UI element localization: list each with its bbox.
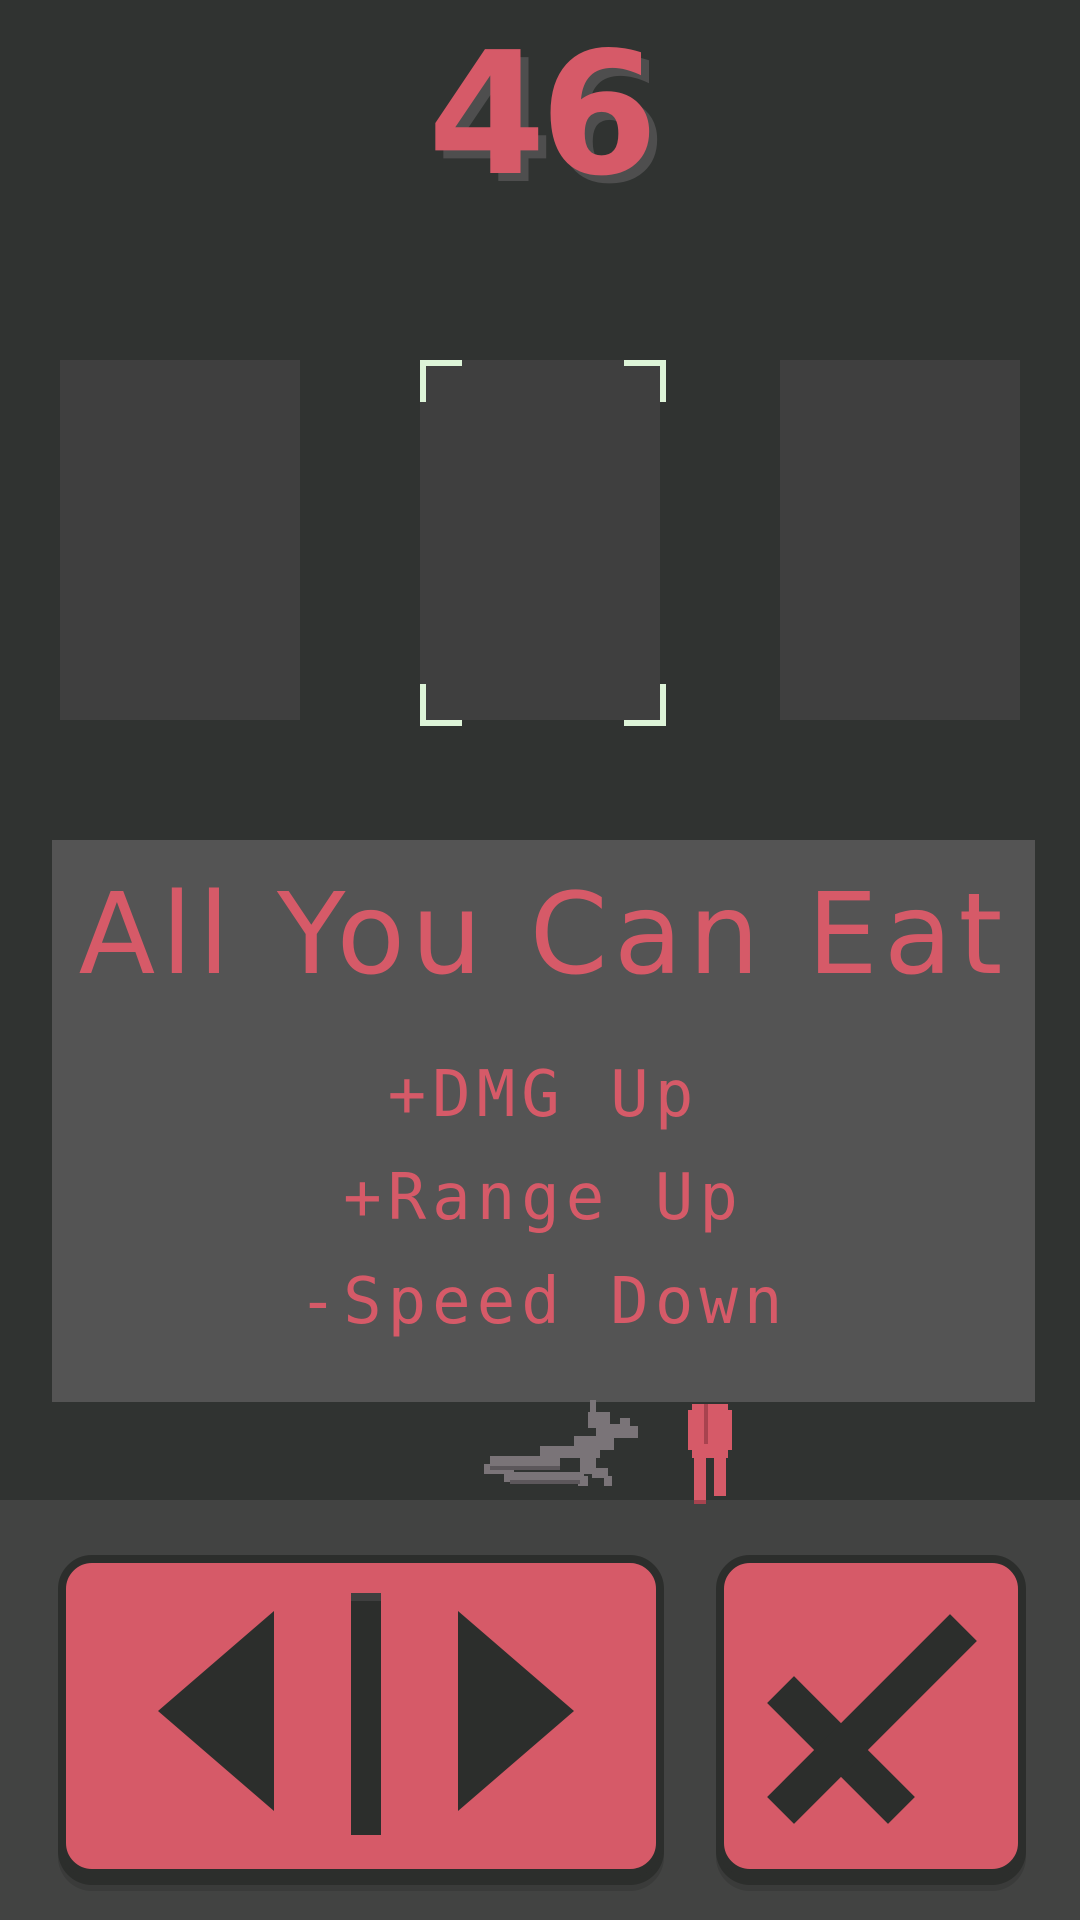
score-counter: 46 — [427, 16, 659, 214]
checkmark-icon — [767, 1614, 977, 1824]
item-slot-right[interactable] — [780, 360, 1020, 720]
selection-corner-bottom-right — [624, 684, 666, 726]
item-stat-line: +Range Up — [343, 1161, 744, 1235]
switch-item-button[interactable] — [58, 1555, 664, 1877]
item-slot-center[interactable] — [420, 360, 660, 720]
left-right-arrows-icon — [158, 1593, 574, 1835]
item-stat-line: -Speed Down — [298, 1265, 789, 1339]
item-stat-line: +DMG Up — [387, 1058, 700, 1132]
item-slot-left[interactable] — [60, 360, 300, 720]
item-title: All You Can Eat — [78, 870, 1009, 1000]
item-info-panel: All You Can Eat +DMG Up +Range Up -Speed… — [52, 840, 1035, 1402]
confirm-button[interactable] — [716, 1555, 1026, 1877]
selection-corner-top-right — [624, 360, 666, 402]
selection-corner-top-left — [420, 360, 462, 402]
selection-corner-bottom-left — [420, 684, 462, 726]
player-character-sprite — [484, 1400, 732, 1504]
